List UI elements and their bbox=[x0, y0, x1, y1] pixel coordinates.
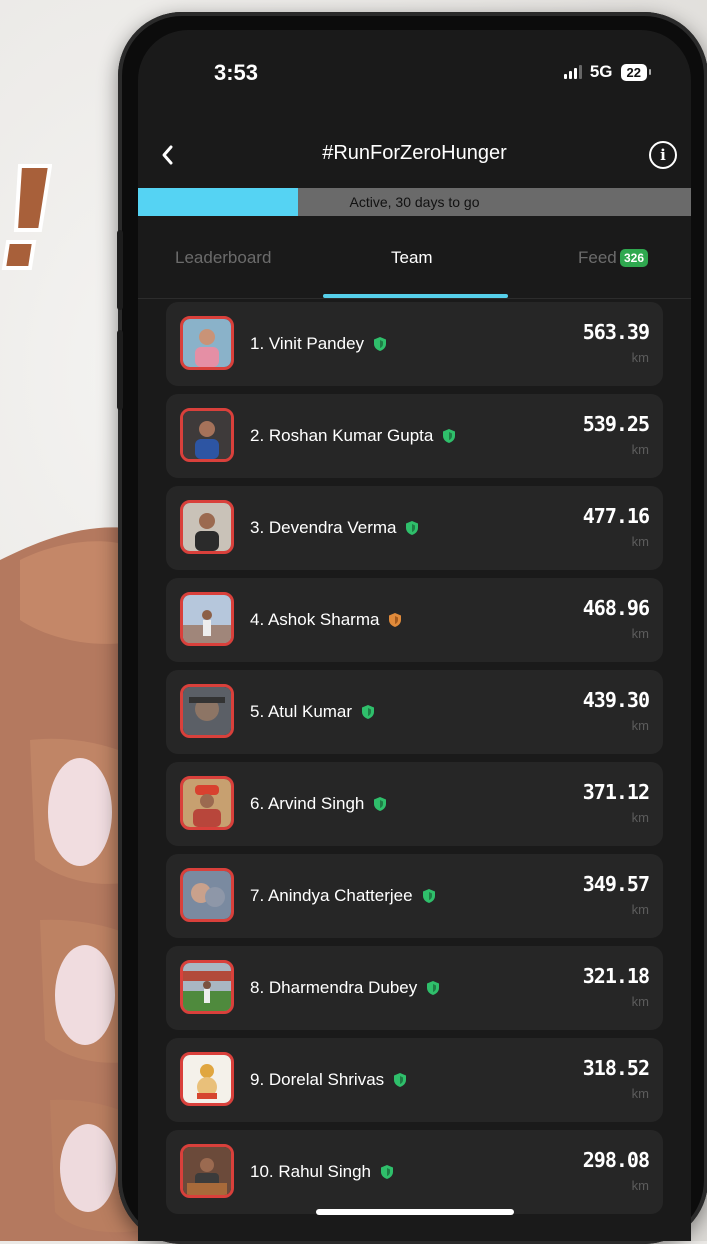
feed-count-badge: 326 bbox=[620, 249, 649, 267]
distance-value: 318.52 bbox=[582, 1056, 650, 1080]
list-item[interactable]: 10. Rahul Singh 298.08 km bbox=[166, 1130, 663, 1214]
member-name: 8. Dharmendra Dubey bbox=[250, 978, 440, 998]
member-name: 4. Ashok Sharma bbox=[250, 610, 402, 630]
distance-value: 371.12 bbox=[582, 780, 650, 804]
tab-bar: Leaderboard Team Feed 326 bbox=[138, 236, 691, 299]
status-icons: 5G 22 bbox=[563, 62, 652, 82]
shield-icon bbox=[394, 1073, 407, 1087]
avatar bbox=[180, 500, 234, 554]
page-title: #RunForZeroHunger bbox=[322, 142, 507, 164]
avatar bbox=[180, 1144, 234, 1198]
list-item[interactable]: 3. Devendra Verma 477.16 km bbox=[166, 486, 663, 570]
list-item[interactable]: 2. Roshan Kumar Gupta 539.25 km bbox=[166, 394, 663, 478]
distance-unit: km bbox=[631, 1178, 649, 1193]
distance-value: 298.08 bbox=[582, 1148, 650, 1172]
distance-unit: km bbox=[631, 718, 649, 733]
distance-unit: km bbox=[631, 350, 649, 365]
distance-value: 539.25 bbox=[582, 412, 650, 436]
avatar bbox=[180, 316, 234, 370]
avatar bbox=[180, 960, 234, 1014]
signal-icon bbox=[563, 65, 582, 79]
list-item[interactable]: 9. Dorelal Shrivas 318.52 km bbox=[166, 1038, 663, 1122]
distance-value: 439.30 bbox=[582, 688, 650, 712]
shield-icon bbox=[362, 705, 375, 719]
list-item[interactable]: 4. Ashok Sharma 468.96 km bbox=[166, 578, 663, 662]
member-name: 9. Dorelal Shrivas bbox=[250, 1070, 407, 1090]
member-name: 2. Roshan Kumar Gupta bbox=[250, 426, 456, 446]
info-icon[interactable]: i bbox=[649, 141, 677, 169]
distance-value: 468.96 bbox=[582, 596, 650, 620]
distance-unit: km bbox=[631, 994, 649, 1009]
distance-value: 349.57 bbox=[582, 872, 650, 896]
list-item[interactable]: 1. Vinit Pandey 563.39 km bbox=[166, 302, 663, 386]
list-item[interactable]: 7. Anindya Chatterjee 349.57 km bbox=[166, 854, 663, 938]
member-name: 1. Vinit Pandey bbox=[250, 334, 387, 354]
shield-icon bbox=[443, 429, 456, 443]
status-time: 3:53 bbox=[214, 60, 259, 85]
avatar bbox=[180, 684, 234, 738]
avatar bbox=[180, 776, 234, 830]
shield-icon bbox=[374, 797, 387, 811]
member-name: 10. Rahul Singh bbox=[250, 1162, 394, 1182]
network-label: 5G bbox=[589, 62, 613, 81]
avatar bbox=[180, 868, 234, 922]
distance-value: 321.18 bbox=[582, 964, 650, 988]
avatar bbox=[180, 408, 234, 462]
shield-icon bbox=[427, 981, 440, 995]
tab-feed[interactable]: Feed bbox=[578, 248, 617, 268]
challenge-progress-bar: Active, 30 days to go bbox=[138, 188, 691, 216]
distance-unit: km bbox=[631, 810, 649, 825]
home-indicator[interactable] bbox=[316, 1209, 514, 1215]
distance-unit: km bbox=[631, 442, 649, 457]
shield-icon bbox=[374, 337, 387, 351]
distance-value: 477.16 bbox=[582, 504, 650, 528]
distance-value: 563.39 bbox=[582, 320, 650, 344]
distance-unit: km bbox=[631, 902, 649, 917]
tab-leaderboard[interactable]: Leaderboard bbox=[175, 248, 271, 268]
member-name: 7. Anindya Chatterjee bbox=[250, 886, 436, 906]
shield-icon bbox=[422, 889, 435, 903]
tab-team[interactable]: Team bbox=[391, 248, 433, 268]
shield-icon bbox=[406, 521, 419, 535]
member-name: 6. Arvind Singh bbox=[250, 794, 387, 814]
battery-icon: 22 bbox=[620, 63, 652, 81]
app-screen: 3:53 5G 22 #RunForZeroHunger i Active, 3… bbox=[138, 30, 691, 1241]
progress-label: Active, 30 days to go bbox=[349, 194, 480, 210]
avatar bbox=[180, 592, 234, 646]
avatar bbox=[180, 1052, 234, 1106]
member-name: 3. Devendra Verma bbox=[250, 518, 419, 538]
list-item[interactable]: 5. Atul Kumar 439.30 km bbox=[166, 670, 663, 754]
shield-icon bbox=[389, 613, 402, 627]
side-button bbox=[117, 230, 123, 310]
list-item[interactable]: 6. Arvind Singh 371.12 km bbox=[166, 762, 663, 846]
side-button bbox=[117, 330, 123, 410]
member-name: 5. Atul Kumar bbox=[250, 702, 375, 722]
distance-unit: km bbox=[631, 534, 649, 549]
shield-icon bbox=[380, 1165, 393, 1179]
active-tab-indicator bbox=[323, 294, 508, 298]
distance-unit: km bbox=[631, 1086, 649, 1101]
distance-unit: km bbox=[631, 626, 649, 641]
list-item[interactable]: 8. Dharmendra Dubey 321.18 km bbox=[166, 946, 663, 1030]
